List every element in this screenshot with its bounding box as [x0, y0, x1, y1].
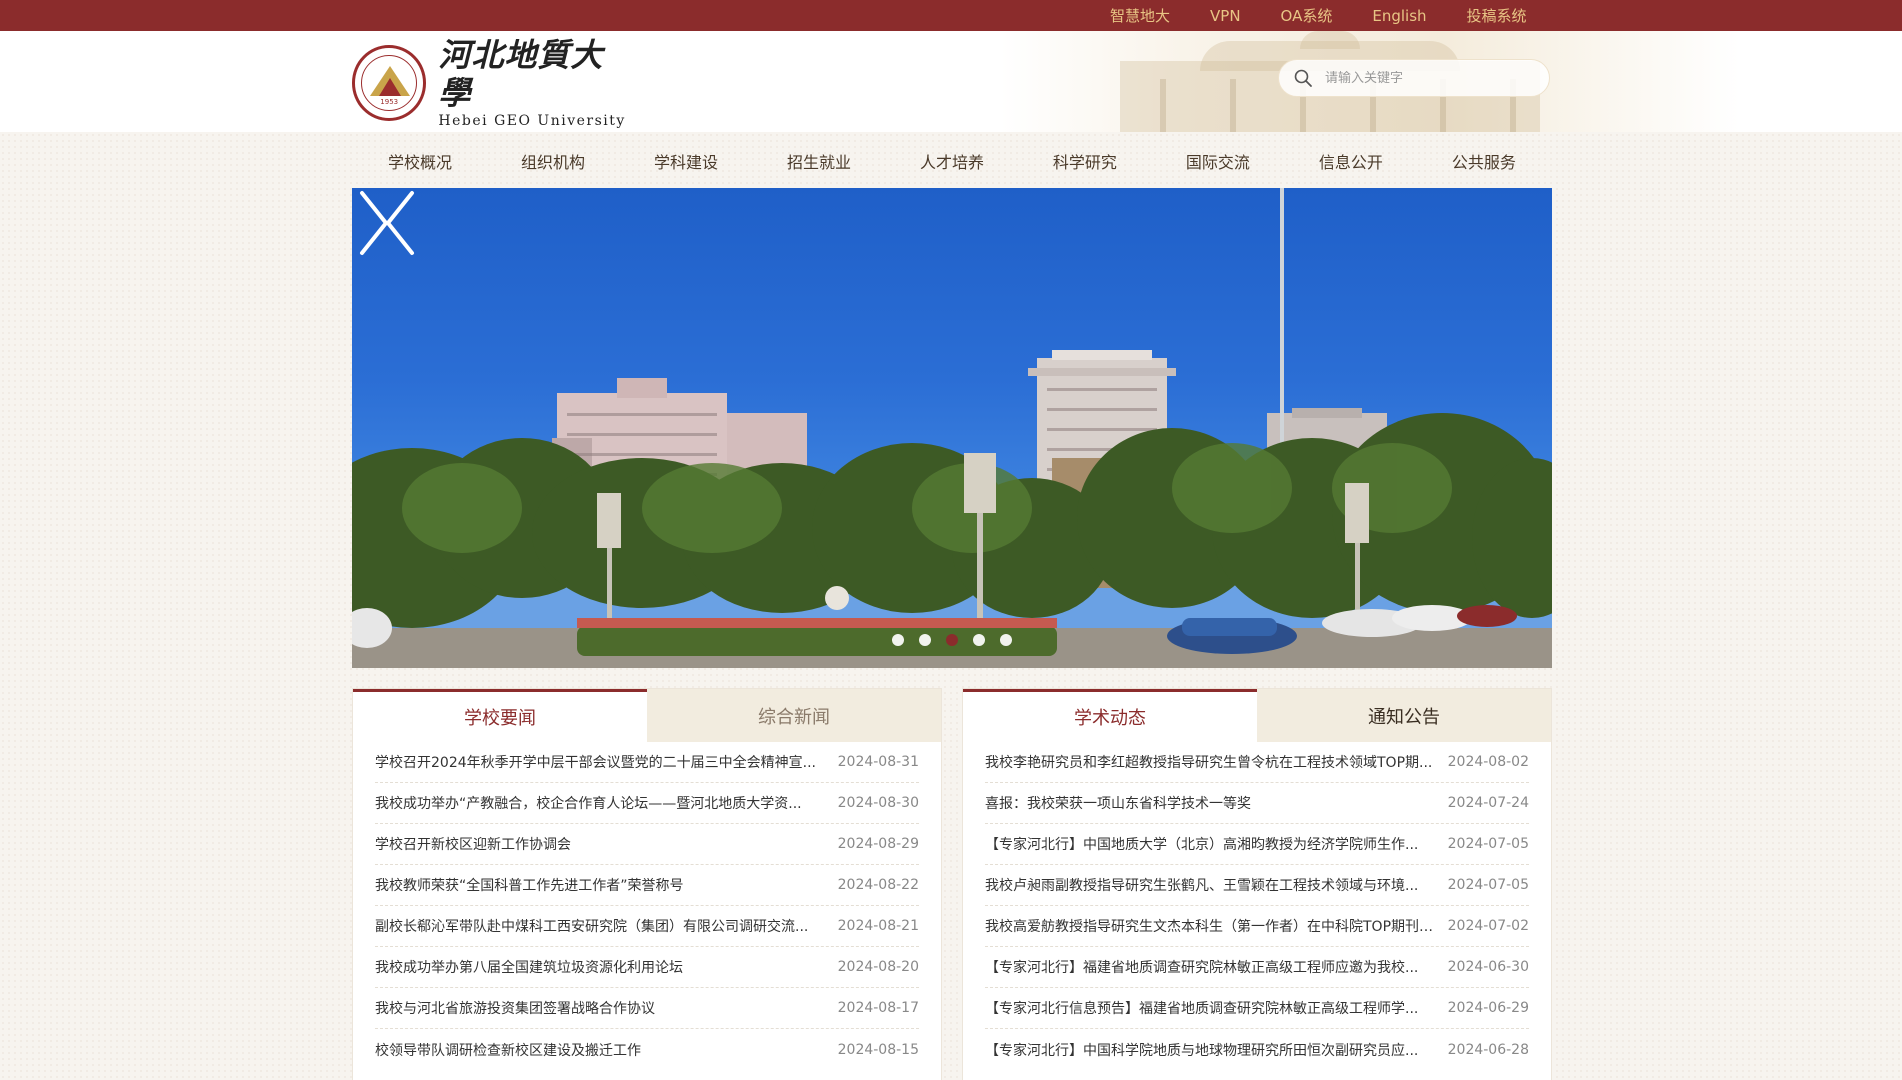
list-item[interactable]: 【专家河北行】中国科学院地质与地球物理研究所田恒次副研究员应... 2024-0… — [985, 1029, 1529, 1070]
list-item[interactable]: 副校长郗沁军带队赴中煤科工西安研究院（集团）有限公司调研交流... 2024-0… — [375, 906, 919, 947]
news-title[interactable]: 【专家河北行】中国地质大学（北京）高湘昀教授为经济学院师生作... — [985, 834, 1435, 854]
news-title[interactable]: 【专家河北行信息预告】福建省地质调查研究院林敏正高级工程师学... — [985, 998, 1435, 1018]
news-title[interactable]: 我校成功举办“产教融合，校企合作育人论坛——暨河北地质大学资... — [375, 793, 825, 813]
news-date: 2024-07-24 — [1447, 795, 1529, 811]
list-item[interactable]: 我校成功举办“产教融合，校企合作育人论坛——暨河北地质大学资... 2024-0… — [375, 783, 919, 824]
academic-news-list: 我校李艳研究员和李红超教授指导研究生曾令杭在工程技术领域TOP期... 2024… — [963, 742, 1551, 1070]
tab-academic-news[interactable]: 学术动态 — [963, 689, 1257, 742]
logo-chinese-name: 河北地質大學 — [438, 36, 604, 112]
nav-item-info-disclosure[interactable]: 信息公开 — [1319, 149, 1383, 173]
main-nav: 学校概况 组织机构 学科建设 招生就业 人才培养 科学研究 国际交流 信息公开 … — [352, 140, 1552, 182]
news-title[interactable]: 【专家河北行】福建省地质调查研究院林敏正高级工程师应邀为我校... — [985, 957, 1435, 977]
top-links: 智慧地大 VPN OA系统 English 投稿系统 — [1110, 0, 1527, 31]
university-seal-icon: 1953 — [352, 45, 427, 121]
news-date: 2024-06-30 — [1447, 959, 1529, 975]
news-date: 2024-08-22 — [837, 877, 919, 893]
news-date: 2024-07-05 — [1447, 836, 1529, 852]
list-item[interactable]: 我校教师荣获“全国科普工作先进工作者”荣誉称号 2024-08-22 — [375, 865, 919, 906]
campus-photo — [352, 188, 1552, 668]
news-date: 2024-08-21 — [837, 918, 919, 934]
news-title[interactable]: 校领导带队调研检查新校区建设及搬迁工作 — [375, 1040, 825, 1060]
search-icon[interactable] — [1293, 68, 1313, 88]
list-item[interactable]: 【专家河北行】中国地质大学（北京）高湘昀教授为经济学院师生作... 2024-0… — [985, 824, 1529, 865]
list-item[interactable]: 【专家河北行】福建省地质调查研究院林敏正高级工程师应邀为我校... 2024-0… — [985, 947, 1529, 988]
list-item[interactable]: 学校召开新校区迎新工作协调会 2024-08-29 — [375, 824, 919, 865]
nav-item-education[interactable]: 人才培养 — [920, 149, 984, 173]
news-title[interactable]: 学校召开新校区迎新工作协调会 — [375, 834, 825, 854]
carousel-dot-4[interactable] — [973, 634, 985, 646]
news-title[interactable]: 我校李艳研究员和李红超教授指导研究生曾令杭在工程技术领域TOP期... — [985, 752, 1435, 772]
academic-news-panel: 学术动态 通知公告 我校李艳研究员和李红超教授指导研究生曾令杭在工程技术领域TO… — [962, 688, 1552, 1080]
news-title[interactable]: 我校教师荣获“全国科普工作先进工作者”荣誉称号 — [375, 875, 825, 895]
top-link-smart-campus[interactable]: 智慧地大 — [1110, 5, 1170, 26]
list-item[interactable]: 校领导带队调研检查新校区建设及搬迁工作 2024-08-15 — [375, 1029, 919, 1070]
banner-carousel[interactable] — [352, 188, 1552, 668]
list-item[interactable]: 我校卢昶雨副教授指导研究生张鹤凡、王雪颖在工程技术领域与环境... 2024-0… — [985, 865, 1529, 906]
news-title[interactable]: 我校与河北省旅游投资集团签署战略合作协议 — [375, 998, 825, 1018]
news-date: 2024-08-30 — [837, 795, 919, 811]
news-title[interactable]: 副校长郗沁军带队赴中煤科工西安研究院（集团）有限公司调研交流... — [375, 916, 825, 936]
list-item[interactable]: 喜报：我校荣获一项山东省科学技术一等奖 2024-07-24 — [985, 783, 1529, 824]
academic-news-tabs: 学术动态 通知公告 — [963, 689, 1551, 742]
list-item[interactable]: 学校召开2024年秋季开学中层干部会议暨党的二十届三中全会精神宣... 2024… — [375, 742, 919, 783]
nav-item-disciplines[interactable]: 学科建设 — [654, 149, 718, 173]
nav-item-research[interactable]: 科学研究 — [1053, 149, 1117, 173]
top-link-vpn[interactable]: VPN — [1210, 7, 1241, 25]
carousel-dot-1[interactable] — [892, 634, 904, 646]
carousel-dot-3[interactable] — [946, 634, 958, 646]
top-link-oa[interactable]: OA系统 — [1281, 5, 1333, 26]
search-input[interactable] — [1325, 70, 1525, 86]
top-link-english[interactable]: English — [1372, 7, 1426, 25]
nav-item-international[interactable]: 国际交流 — [1186, 149, 1250, 173]
news-title[interactable]: 【专家河北行】中国科学院地质与地球物理研究所田恒次副研究员应... — [985, 1040, 1435, 1060]
news-title[interactable]: 学校召开2024年秋季开学中层干部会议暨党的二十届三中全会精神宣... — [375, 752, 825, 772]
carousel-dot-2[interactable] — [919, 634, 931, 646]
news-date: 2024-06-28 — [1447, 1041, 1529, 1058]
tab-school-news[interactable]: 学校要闻 — [353, 689, 647, 742]
news-date: 2024-08-02 — [1447, 754, 1529, 770]
news-date: 2024-08-31 — [837, 754, 919, 770]
carousel-dots — [352, 634, 1552, 646]
news-date: 2024-07-02 — [1447, 918, 1529, 934]
list-item[interactable]: 【专家河北行信息预告】福建省地质调查研究院林敏正高级工程师学... 2024-0… — [985, 988, 1529, 1029]
news-title[interactable]: 我校高爱舫教授指导研究生文杰本科生（第一作者）在中科院TOP期刊Envi... — [985, 916, 1435, 936]
top-bar: 智慧地大 VPN OA系统 English 投稿系统 — [0, 0, 1902, 31]
news-date: 2024-08-20 — [837, 959, 919, 975]
news-title[interactable]: 我校成功举办第八届全国建筑垃圾资源化利用论坛 — [375, 957, 825, 977]
nav-item-public-service[interactable]: 公共服务 — [1452, 149, 1516, 173]
list-item[interactable]: 我校高爱舫教授指导研究生文杰本科生（第一作者）在中科院TOP期刊Envi... … — [985, 906, 1529, 947]
list-item[interactable]: 我校李艳研究员和李红超教授指导研究生曾令杭在工程技术领域TOP期... 2024… — [985, 742, 1529, 783]
logo-english-name: Hebei GEO University — [438, 113, 626, 129]
tab-general-news[interactable]: 综合新闻 — [647, 689, 941, 742]
nav-item-organization[interactable]: 组织机构 — [521, 149, 585, 173]
news-date: 2024-08-17 — [837, 1000, 919, 1016]
school-news-tabs: 学校要闻 综合新闻 — [353, 689, 941, 742]
header: 1953 河北地質大學 Hebei GEO University — [0, 31, 1902, 132]
university-logo[interactable]: 1953 河北地質大學 Hebei GEO University — [352, 36, 632, 129]
search-box — [1278, 59, 1550, 97]
school-news-list: 学校召开2024年秋季开学中层干部会议暨党的二十届三中全会精神宣... 2024… — [353, 742, 941, 1070]
news-date: 2024-08-15 — [837, 1041, 919, 1058]
news-title[interactable]: 喜报：我校荣获一项山东省科学技术一等奖 — [985, 793, 1435, 813]
carousel-next-arrow-icon[interactable] — [352, 188, 392, 258]
nav-item-admissions[interactable]: 招生就业 — [787, 149, 851, 173]
list-item[interactable]: 我校与河北省旅游投资集团签署战略合作协议 2024-08-17 — [375, 988, 919, 1029]
nav-item-overview[interactable]: 学校概况 — [388, 149, 452, 173]
news-date: 2024-06-29 — [1447, 1000, 1529, 1016]
news-date: 2024-08-29 — [837, 836, 919, 852]
top-link-submission[interactable]: 投稿系统 — [1467, 5, 1527, 26]
news-date: 2024-07-05 — [1447, 877, 1529, 893]
news-title[interactable]: 我校卢昶雨副教授指导研究生张鹤凡、王雪颖在工程技术领域与环境... — [985, 875, 1435, 895]
school-news-panel: 学校要闻 综合新闻 学校召开2024年秋季开学中层干部会议暨党的二十届三中全会精… — [352, 688, 942, 1080]
tab-announcements[interactable]: 通知公告 — [1257, 689, 1551, 742]
carousel-dot-5[interactable] — [1000, 634, 1012, 646]
list-item[interactable]: 我校成功举办第八届全国建筑垃圾资源化利用论坛 2024-08-20 — [375, 947, 919, 988]
